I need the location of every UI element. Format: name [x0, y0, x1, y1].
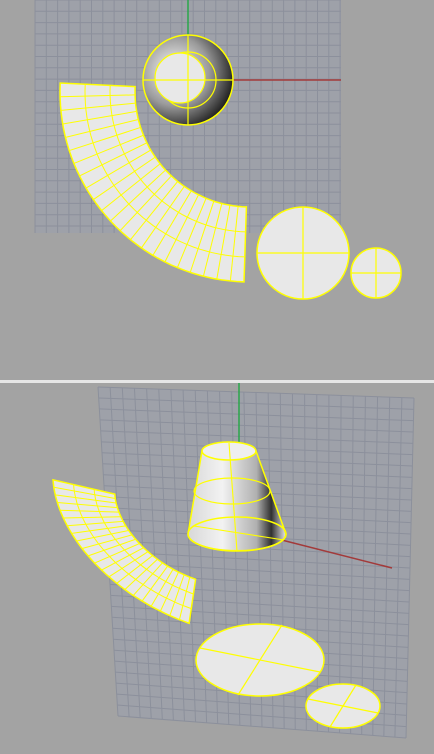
disk-small-object[interactable] [305, 683, 381, 729]
top-viewport[interactable] [0, 0, 434, 380]
perspective-viewport-canvas[interactable] [0, 383, 434, 754]
top-viewport-canvas[interactable] [0, 0, 434, 380]
disk-large-object[interactable] [256, 206, 350, 300]
disk-large-object[interactable] [195, 623, 325, 697]
cone-object[interactable] [142, 34, 234, 126]
perspective-viewport[interactable] [0, 383, 434, 754]
disk-small-object[interactable] [350, 247, 402, 299]
